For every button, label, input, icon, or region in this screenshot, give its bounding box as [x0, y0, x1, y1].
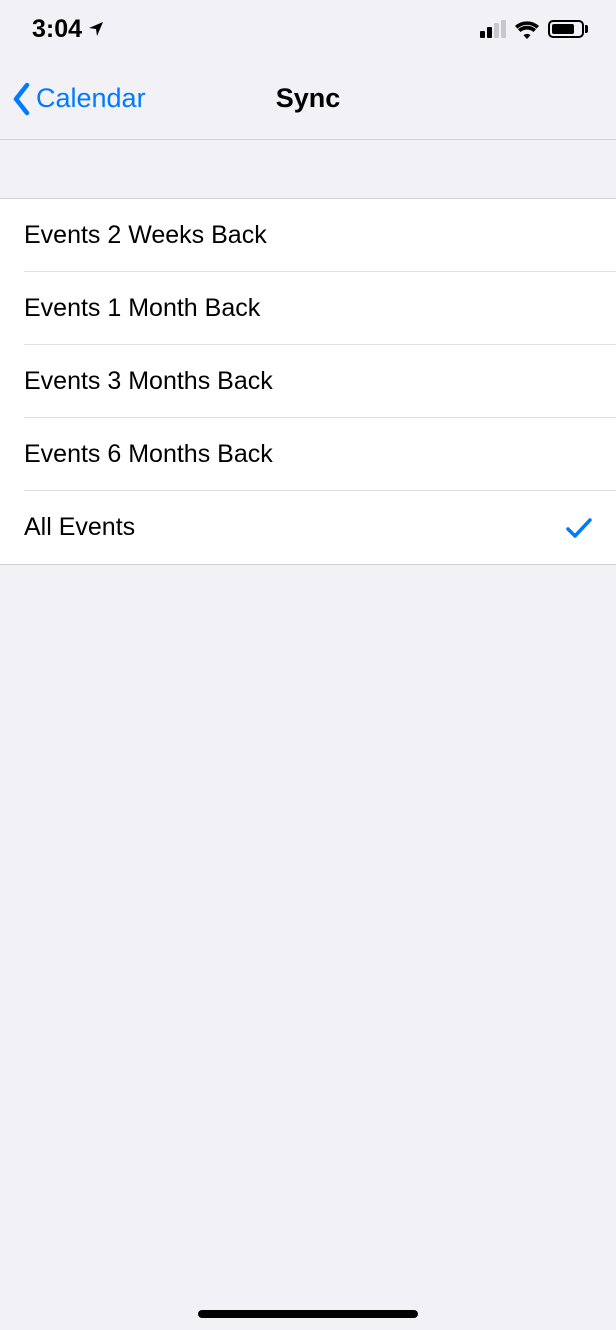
sync-option-label: Events 1 Month Back — [24, 294, 260, 323]
battery-icon — [548, 20, 588, 38]
sync-option[interactable]: All Events — [0, 491, 616, 564]
page-title: Sync — [276, 83, 341, 114]
battery-fill — [552, 24, 574, 34]
location-icon — [88, 21, 104, 37]
cellular-signal-icon — [480, 20, 506, 38]
status-time: 3:04 — [32, 15, 82, 44]
status-right — [480, 19, 588, 39]
chevron-back-icon — [12, 82, 32, 116]
back-label: Calendar — [36, 83, 146, 114]
checkmark-icon — [566, 517, 592, 539]
section-spacer — [0, 140, 616, 198]
navigation-bar: Calendar Sync — [0, 58, 616, 140]
status-bar: 3:04 — [0, 0, 616, 58]
home-indicator[interactable] — [198, 1310, 418, 1318]
sync-options-list: Events 2 Weeks Back Events 1 Month Back Ev… — [0, 198, 616, 565]
sync-option[interactable]: Events 6 Months Back — [0, 418, 616, 491]
wifi-icon — [514, 19, 540, 39]
sync-option[interactable]: Events 3 Months Back — [0, 345, 616, 418]
sync-option[interactable]: Events 1 Month Back — [0, 272, 616, 345]
sync-option-label: Events 2 Weeks Back — [24, 221, 267, 250]
back-button[interactable]: Calendar — [0, 82, 146, 116]
sync-option-label: All Events — [24, 513, 135, 542]
sync-option[interactable]: Events 2 Weeks Back — [0, 199, 616, 272]
status-left: 3:04 — [32, 15, 104, 44]
sync-option-label: Events 6 Months Back — [24, 440, 273, 469]
sync-option-label: Events 3 Months Back — [24, 367, 273, 396]
